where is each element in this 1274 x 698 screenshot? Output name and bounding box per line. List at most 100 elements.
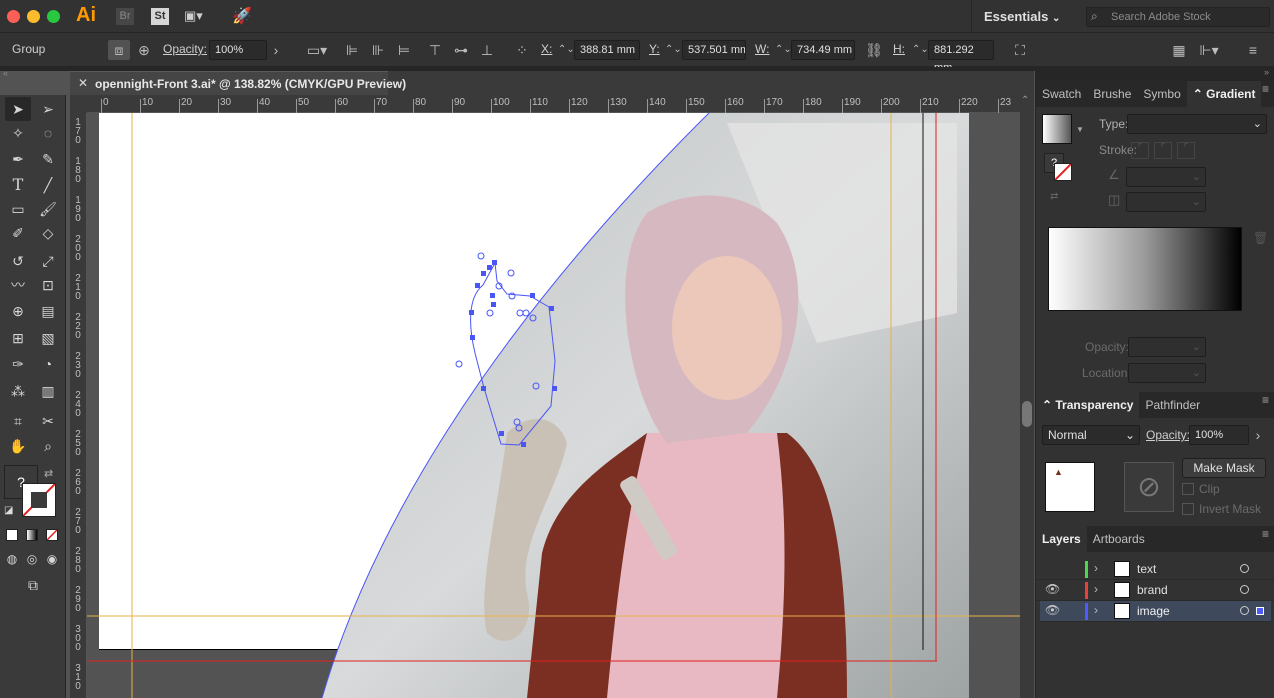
w-field[interactable]: 734.49 mm xyxy=(791,40,855,60)
layer-name[interactable]: image xyxy=(1137,604,1170,618)
close-window-button[interactable] xyxy=(7,10,20,23)
arrange-documents-icon[interactable]: ▣▾ xyxy=(184,8,220,25)
draw-inside-icon[interactable]: ◎ xyxy=(22,547,42,571)
layer-name[interactable]: text xyxy=(1137,562,1156,576)
tab-layers[interactable]: Layers xyxy=(1036,526,1087,552)
layer-target-icon[interactable] xyxy=(1240,606,1249,615)
y-stepper[interactable]: ⌃⌄ xyxy=(665,40,682,60)
gradient-slider[interactable] xyxy=(1048,227,1242,311)
lasso-tool-icon[interactable]: ◌ xyxy=(35,121,61,145)
perspective-grid-tool-icon[interactable]: ▤ xyxy=(35,299,61,323)
layers-panel-menu-icon[interactable]: ≡ xyxy=(1262,527,1269,541)
artboard-tool-icon[interactable]: ⌗ xyxy=(5,409,31,433)
layer-target-icon[interactable] xyxy=(1240,585,1249,594)
none-mode-icon[interactable] xyxy=(46,529,58,541)
collapse-toolbox-icon[interactable]: « xyxy=(3,68,8,78)
draw-behind-icon[interactable]: ◉ xyxy=(42,547,62,571)
arrange-icon[interactable]: ▦ xyxy=(1170,40,1188,60)
ruler-origin[interactable] xyxy=(70,95,87,113)
expand-layer-icon[interactable]: › xyxy=(1094,603,1098,617)
gradient-panel-menu-icon[interactable]: ≡ xyxy=(1262,82,1269,96)
gradient-mode-icon[interactable] xyxy=(26,529,38,541)
column-graph-tool-icon[interactable]: ▥ xyxy=(35,379,61,403)
transform-icon[interactable]: ⛶ xyxy=(1010,40,1030,60)
document-setup-icon[interactable]: ▭▾ xyxy=(305,40,329,60)
color-mode-icon[interactable] xyxy=(6,529,18,541)
isolate-group-icon[interactable]: ⧈ xyxy=(108,40,130,60)
layer-target-icon[interactable] xyxy=(1240,564,1249,573)
rectangle-tool-icon[interactable]: ▭ xyxy=(5,197,31,221)
invert-mask-checkbox[interactable] xyxy=(1182,503,1194,515)
artwork-layer[interactable] xyxy=(87,113,1020,698)
mesh-tool-icon[interactable]: ⊞ xyxy=(5,326,31,350)
select-similar-icon[interactable]: ⊩▾ xyxy=(1196,40,1222,60)
blend-tool-icon[interactable]: ◔ xyxy=(35,352,61,376)
opacity-menu-arrow[interactable]: › xyxy=(268,40,284,60)
eye-icon[interactable]: 👁 xyxy=(1045,582,1060,596)
symbol-sprayer-tool-icon[interactable]: ⁂ xyxy=(5,379,31,403)
align-bottom-icon[interactable]: ⊥ xyxy=(478,40,496,60)
opacity-field[interactable]: 100% xyxy=(209,40,267,60)
tab-artboards[interactable]: Artboards xyxy=(1087,526,1151,552)
gradient-stroke-swatch[interactable] xyxy=(1054,163,1072,181)
curvature-tool-icon[interactable]: ✎ xyxy=(35,147,61,171)
zoom-window-button[interactable] xyxy=(47,10,60,23)
eyedropper-tool-icon[interactable]: ✑ xyxy=(5,352,31,376)
warp-tool-icon[interactable]: 〰 xyxy=(5,273,31,297)
scroll-thumb[interactable] xyxy=(1022,401,1032,427)
bridge-button[interactable]: Br xyxy=(116,8,134,25)
zoom-tool-icon[interactable]: ⌕ xyxy=(35,434,61,458)
line-tool-icon[interactable]: ╱ xyxy=(35,173,61,197)
horizontal-ruler[interactable]: 0 10 20 30 40 50 60 70 80 90 100 110 120 130 140 150 160… xyxy=(87,95,1020,113)
gradient-type-select[interactable]: ⌄ xyxy=(1127,114,1267,134)
align-vcenter-icon[interactable]: ⊶ xyxy=(452,40,470,60)
tab-pathfinder[interactable]: Pathfinder xyxy=(1139,392,1206,418)
stock-search-input[interactable]: ⌕ Search Adobe Stock xyxy=(1086,7,1270,27)
shape-builder-tool-icon[interactable]: ⊕ xyxy=(5,299,31,323)
scale-tool-icon[interactable]: ⤢ xyxy=(35,249,61,273)
layer-row-brand[interactable]: 👁 › brand xyxy=(1036,580,1274,601)
stroke-along-icon[interactable]: ⌜ xyxy=(1154,142,1172,159)
workspace-switcher[interactable]: Essentials ⌄ xyxy=(984,9,1060,24)
transparency-panel-menu-icon[interactable]: ≡ xyxy=(1262,393,1269,407)
delete-stop-icon[interactable]: 🗑 xyxy=(1253,231,1268,245)
layer-selection-indicator[interactable] xyxy=(1256,607,1264,615)
close-tab-icon[interactable]: ✕ xyxy=(78,76,88,90)
h-stepper[interactable]: ⌃⌄ xyxy=(912,40,929,60)
screen-mode-icon[interactable]: ⧉ xyxy=(20,573,46,597)
stroke-swatch[interactable] xyxy=(22,483,56,517)
swap-fill-stroke-icon[interactable]: ⇄ xyxy=(44,467,53,480)
tab-symbols[interactable]: Symbo xyxy=(1137,81,1186,107)
pen-tool-icon[interactable]: ✒ xyxy=(5,147,31,171)
transparency-opacity-field[interactable]: 100% xyxy=(1189,425,1249,445)
transparency-opacity-arrow[interactable]: › xyxy=(1250,425,1266,445)
draw-mode-icon[interactable]: ◍ xyxy=(2,547,22,571)
x-field[interactable]: 388.81 mm xyxy=(574,40,640,60)
rocket-icon[interactable]: 🚀 xyxy=(232,6,252,26)
recolor-icon[interactable]: ⊕ xyxy=(134,40,154,60)
control-menu-icon[interactable]: ≡ xyxy=(1244,40,1262,60)
tab-swatches[interactable]: Swatch xyxy=(1036,81,1087,107)
type-tool-icon[interactable]: T xyxy=(5,173,31,197)
blend-mode-select[interactable]: Normal ⌄ xyxy=(1042,425,1140,445)
document-tab[interactable]: ✕ opennight-Front 3.ai* @ 138.82% (CMYK/… xyxy=(70,71,406,95)
layer-row-text[interactable]: › text xyxy=(1036,559,1274,580)
magic-wand-tool-icon[interactable]: ✧ xyxy=(5,121,31,145)
w-stepper[interactable]: ⌃⌄ xyxy=(775,40,792,60)
gradient-thumbnail[interactable] xyxy=(1042,114,1072,144)
expand-layer-icon[interactable]: › xyxy=(1094,561,1098,575)
tab-transparency[interactable]: ⌃ Transparency xyxy=(1036,392,1140,418)
expand-layer-icon[interactable]: › xyxy=(1094,582,1098,596)
gradient-presets-arrow[interactable]: ▼ xyxy=(1076,125,1084,134)
scroll-up-icon[interactable]: ⌃ xyxy=(1021,95,1029,106)
rotate-tool-icon[interactable]: ↺ xyxy=(5,249,31,273)
layer-row-image[interactable]: 👁 › image xyxy=(1040,601,1271,622)
x-stepper[interactable]: ⌃⌄ xyxy=(558,40,575,60)
direct-selection-tool-icon[interactable]: ➢ xyxy=(35,97,61,121)
stock-button[interactable]: St xyxy=(151,8,169,25)
stroke-within-icon[interactable]: ⌜ xyxy=(1131,142,1149,159)
slice-tool-icon[interactable]: ✂ xyxy=(35,409,61,433)
make-mask-button[interactable]: Make Mask xyxy=(1182,458,1266,478)
distribute-icon[interactable]: ⁘ xyxy=(512,40,532,60)
align-left-icon[interactable]: ⊫ xyxy=(343,40,361,60)
